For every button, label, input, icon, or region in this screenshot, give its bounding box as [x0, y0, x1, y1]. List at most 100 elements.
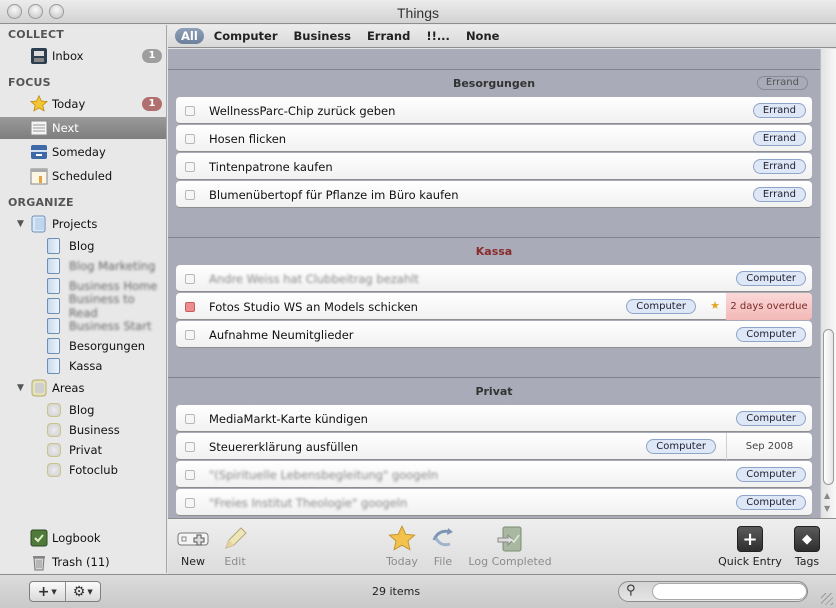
task-row[interactable]: Andre Weiss hat Clubbeitrag bezahlt Comp…: [176, 265, 812, 292]
task-title: Steuererklärung ausfüllen: [209, 440, 359, 454]
task-tag[interactable]: Errand: [752, 103, 806, 118]
task-checkbox[interactable]: [185, 106, 195, 116]
task-row[interactable]: Blumenübertopf für Pflanze im Büro kaufe…: [176, 181, 812, 208]
sidebar-area-item[interactable]: Privat: [0, 439, 166, 461]
sidebar-item-logbook[interactable]: Logbook: [0, 527, 166, 549]
today-button[interactable]: Today: [383, 525, 421, 568]
task-checkbox[interactable]: [185, 470, 195, 480]
sidebar-project-item[interactable]: Blog Marketing: [0, 255, 166, 277]
sidebar-item-next[interactable]: Next: [0, 117, 166, 139]
task-tag[interactable]: Computer: [736, 495, 806, 510]
area-icon: [47, 421, 65, 439]
task-row[interactable]: Hosen flicken Errand: [176, 125, 812, 152]
task-checkbox[interactable]: [185, 302, 195, 312]
sidebar-item-areas[interactable]: Areas: [0, 377, 166, 399]
sidebar-project-item[interactable]: Kassa: [0, 355, 166, 377]
sidebar-project-item[interactable]: Blog: [0, 235, 166, 257]
task-row[interactable]: "(Spirituelle Lebensbegleitung" googeln …: [176, 461, 812, 488]
log-completed-button[interactable]: Log Completed: [468, 525, 552, 568]
today-count-badge: 1: [142, 97, 162, 111]
sidebar-item-label: Blog: [69, 403, 95, 417]
gear-menu-button[interactable]: ⚙ ▼: [66, 582, 101, 601]
sidebar-item-label: Kassa: [69, 359, 103, 373]
tags-button[interactable]: ◆ Tags: [790, 525, 824, 568]
section-organize: ORGANIZE: [8, 196, 74, 209]
sidebar-project-item[interactable]: Besorgungen: [0, 335, 166, 357]
task-row[interactable]: Aufnahme Neumitglieder Computer: [176, 321, 812, 348]
filter-tag-all[interactable]: All: [175, 28, 204, 44]
quick-entry-button[interactable]: + Quick Entry: [718, 525, 782, 568]
task-checkbox[interactable]: [185, 498, 195, 508]
task-tag[interactable]: Computer: [626, 299, 696, 314]
scrollbar-thumb[interactable]: [823, 329, 834, 485]
scroll-down-arrow-icon[interactable]: ▼: [824, 504, 830, 513]
resize-grip[interactable]: [821, 593, 833, 605]
task-tag[interactable]: Errand: [752, 187, 806, 202]
task-tag[interactable]: Computer: [646, 439, 716, 454]
filter-tag-business[interactable]: Business: [288, 28, 357, 44]
edit-button[interactable]: Edit: [221, 525, 249, 568]
sidebar-project-item[interactable]: Business Start: [0, 315, 166, 337]
new-button[interactable]: New: [176, 525, 210, 568]
file-button[interactable]: File: [430, 525, 456, 568]
quick-entry-label: Quick Entry: [718, 555, 782, 568]
sidebar-item-trash[interactable]: Trash (11): [0, 551, 166, 573]
sidebar-item-label: Blog: [69, 239, 95, 253]
sidebar-item-today[interactable]: Today 1: [0, 93, 166, 115]
window-title: Things: [396, 5, 440, 21]
task-checkbox[interactable]: [185, 162, 195, 172]
task-tag[interactable]: Computer: [736, 467, 806, 482]
task-checkbox[interactable]: [185, 442, 195, 452]
task-checkbox[interactable]: [185, 330, 195, 340]
filter-tag-priority[interactable]: !!...: [420, 28, 456, 44]
dropdown-arrow-icon: ▼: [51, 587, 57, 596]
sidebar-item-projects[interactable]: Projects: [0, 213, 166, 235]
vertical-scrollbar[interactable]: ▲ ▼: [820, 49, 836, 518]
task-row[interactable]: "Freies Institut Theologie" googeln Comp…: [176, 489, 812, 516]
group-header: Besorgungen Errand: [168, 69, 820, 95]
search-icon[interactable]: ⚲: [626, 583, 636, 598]
task-tag[interactable]: Errand: [752, 131, 806, 146]
task-tag[interactable]: Computer: [736, 327, 806, 342]
group-tag[interactable]: Errand: [756, 76, 808, 90]
task-row[interactable]: Fotos Studio WS an Models schicken Compu…: [176, 293, 812, 320]
task-row[interactable]: MediaMarkt-Karte kündigen Computer: [176, 405, 812, 432]
task-list: Besorgungen Errand WellnessParc-Chip zur…: [168, 49, 820, 518]
task-tag[interactable]: Computer: [736, 271, 806, 286]
task-checkbox[interactable]: [185, 414, 195, 424]
sidebar-area-item[interactable]: Business: [0, 419, 166, 441]
sidebar-project-item[interactable]: Business to Read: [0, 292, 166, 320]
trash-icon: [30, 553, 48, 571]
task-tag[interactable]: Errand: [752, 159, 806, 174]
sidebar-item-someday[interactable]: Someday: [0, 141, 166, 163]
add-menu-button[interactable]: + ▼: [30, 582, 66, 601]
sidebar-action-buttons: + ▼ ⚙ ▼: [29, 581, 101, 602]
edit-button-label: Edit: [224, 555, 246, 568]
group-title: Kassa: [475, 245, 513, 258]
sidebar-item-label: Logbook: [52, 531, 101, 545]
search-input[interactable]: [652, 583, 807, 600]
task-title: Aufnahme Neumitglieder: [209, 328, 354, 342]
task-title: "Freies Institut Theologie" googeln: [209, 496, 408, 510]
quick-entry-plus-icon: +: [718, 525, 782, 553]
task-checkbox[interactable]: [185, 134, 195, 144]
scroll-up-arrow-icon[interactable]: ▲: [824, 491, 830, 500]
filter-tag-none[interactable]: None: [460, 28, 506, 44]
task-row[interactable]: Steuererklärung ausfüllen Computer Sep 2…: [176, 433, 812, 460]
sidebar-item-inbox[interactable]: Inbox 1: [0, 45, 166, 67]
sidebar-item-scheduled[interactable]: Scheduled: [0, 165, 166, 187]
task-title: Blumenübertopf für Pflanze im Büro kaufe…: [209, 188, 459, 202]
task-row[interactable]: Tintenpatrone kaufen Errand: [176, 153, 812, 180]
task-tag[interactable]: Computer: [736, 411, 806, 426]
inbox-count-badge: 1: [142, 49, 162, 63]
due-date: Sep 2008: [726, 433, 812, 460]
filter-tag-computer[interactable]: Computer: [208, 28, 284, 44]
task-checkbox[interactable]: [185, 190, 195, 200]
filter-tag-errand[interactable]: Errand: [361, 28, 416, 44]
sidebar-area-item[interactable]: Fotoclub: [0, 459, 166, 481]
task-row[interactable]: WellnessParc-Chip zurück geben Errand: [176, 97, 812, 124]
project-icon: [47, 317, 65, 335]
sidebar-area-item[interactable]: Blog: [0, 399, 166, 421]
task-checkbox[interactable]: [185, 274, 195, 284]
group-title: Besorgungen: [452, 77, 536, 90]
